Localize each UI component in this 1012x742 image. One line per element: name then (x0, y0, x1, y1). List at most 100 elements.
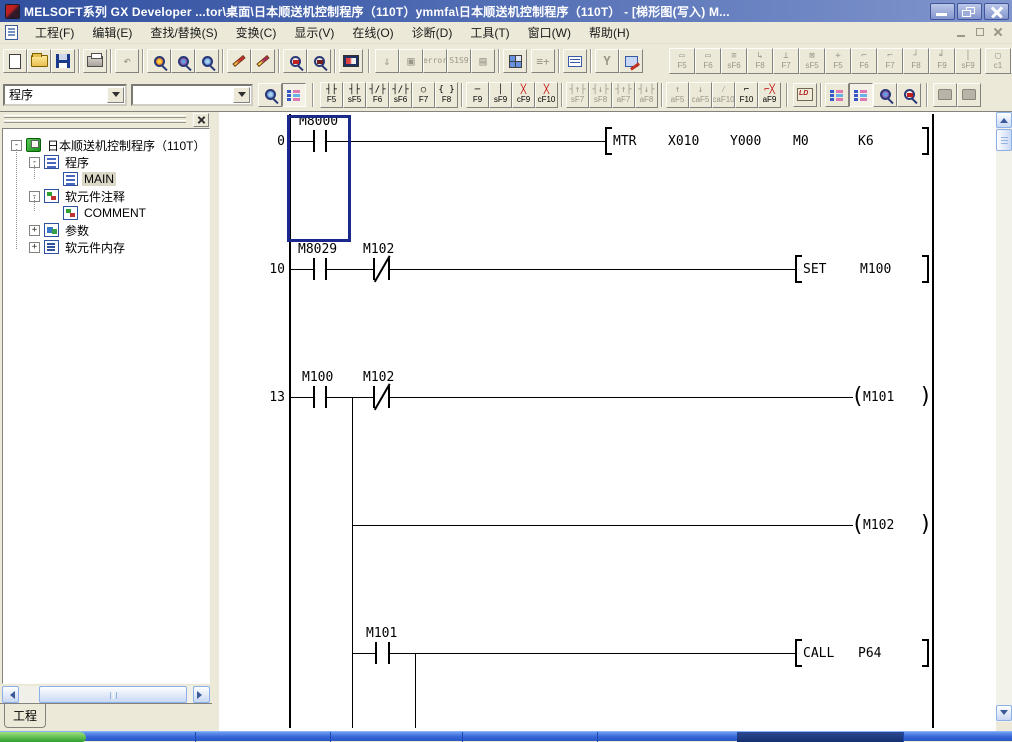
find-combo[interactable] (131, 84, 253, 106)
scroll-left-button[interactable] (2, 686, 19, 703)
remote-a-button[interactable] (933, 83, 957, 107)
open-project-button[interactable] (27, 49, 51, 73)
vline-delete-button[interactable]: ╳cF10 (535, 82, 558, 108)
fbtn-rail-F5[interactable]: ▭F5 (669, 48, 695, 74)
line-erase-button[interactable]: ⌐╳aF9 (758, 82, 781, 108)
rise-op-button[interactable]: ↑aF5 (666, 82, 689, 108)
device-test-button[interactable] (283, 49, 307, 73)
contact-open-parallel-button[interactable]: ┤├sF5 (343, 82, 366, 108)
pulse-fall-parallel-button[interactable]: ┤↓├aF8 (635, 82, 658, 108)
find-string-button[interactable] (195, 49, 219, 73)
fbtn-wire-F6[interactable]: ⌐F6 (851, 48, 877, 74)
project-tab[interactable]: 工程 (4, 704, 46, 728)
save-project-button[interactable] (51, 49, 75, 73)
menu-diagnostics[interactable]: 诊断(D) (403, 22, 462, 43)
mdi-restore-button[interactable] (972, 26, 988, 39)
restore-button[interactable] (957, 3, 982, 20)
comment-display-button[interactable] (563, 49, 587, 73)
fbtn-rail-sF5[interactable]: ⊠sF5 (799, 48, 825, 74)
remote-b-button[interactable] (957, 83, 981, 107)
menu-project[interactable]: 工程(F) (26, 22, 83, 43)
instruction-list-button[interactable] (793, 83, 817, 107)
tree-item-device-memory[interactable]: + 软元件内存 (3, 239, 209, 255)
mdi-close-button[interactable] (990, 26, 1006, 39)
step-run-button[interactable]: S1S9 (447, 49, 471, 73)
plc-verify-button[interactable]: ▣ (399, 49, 423, 73)
contact-closed-parallel-button[interactable]: ┤/├sF6 (389, 82, 412, 108)
scroll-thumb[interactable] (39, 686, 187, 703)
scroll-up-button[interactable] (996, 112, 1012, 128)
tree-horizontal-scrollbar[interactable] (2, 686, 210, 703)
menu-edit[interactable]: 编辑(E) (83, 22, 141, 43)
mdi-minimize-button[interactable] (954, 26, 970, 39)
fbtn-rail-sF6[interactable]: ≡sF6 (721, 48, 747, 74)
fbtn-rail-F7[interactable]: ⊥F7 (773, 48, 799, 74)
scroll-track[interactable] (19, 686, 193, 703)
program-combo[interactable]: 程序 (3, 84, 127, 106)
menu-convert[interactable]: 变换(C) (227, 22, 286, 43)
new-project-button[interactable] (3, 49, 27, 73)
panel-grip-handle[interactable] (4, 115, 186, 125)
fbtn-wire-sF9[interactable]: │sF9 (955, 48, 981, 74)
pulse-rise-button[interactable]: ┤↑├sF7 (566, 82, 589, 108)
entry-monitor-button[interactable] (619, 49, 643, 73)
insert-mode-button[interactable] (251, 49, 275, 73)
invert-op-button[interactable]: ⁄caF10 (712, 82, 735, 108)
tree-edit-button[interactable] (849, 83, 873, 107)
fbtn-c1[interactable]: ▢c1 (985, 48, 1011, 74)
ladder-editor[interactable]: 0 M8000 MTR X010 Y000 M0 K6 10 M8029 M10… (219, 112, 996, 731)
fbtn-wire-F8[interactable]: ┘F8 (903, 48, 929, 74)
mdi-child-icon[interactable] (5, 25, 18, 40)
fbtn-rail-F8[interactable]: ↳F8 (747, 48, 773, 74)
menu-find-replace[interactable]: 查找/替换(S) (141, 22, 226, 43)
write-mode-button[interactable] (227, 49, 251, 73)
contact-closed-button[interactable]: ┤/├F6 (366, 82, 389, 108)
alias-display-button[interactable]: Y (595, 49, 619, 73)
expand-icon[interactable]: + (29, 242, 40, 253)
sort-button[interactable]: ≡+ (531, 49, 555, 73)
coil-button[interactable]: ○F7 (412, 82, 435, 108)
pulse-rise-parallel-button[interactable]: ┤↑├aF7 (612, 82, 635, 108)
fbtn-rail-F6[interactable]: ▭F6 (695, 48, 721, 74)
print-button[interactable] (83, 49, 107, 73)
panel-close-button[interactable] (193, 113, 209, 127)
hline-delete-button[interactable]: ╳cF9 (512, 82, 535, 108)
menu-tools[interactable]: 工具(T) (461, 22, 518, 43)
program-combo-dropdown[interactable] (107, 87, 124, 103)
undo-button[interactable]: ↶ (115, 49, 139, 73)
fbtn-wire-F7[interactable]: ⌐F7 (877, 48, 903, 74)
error-check-button[interactable]: error (423, 49, 447, 73)
expand-icon[interactable]: + (29, 225, 40, 236)
zoom-edit-button[interactable] (897, 83, 921, 107)
menu-window[interactable]: 窗口(W) (519, 22, 580, 43)
hline-button[interactable]: ─F9 (466, 82, 489, 108)
find-contact-button[interactable] (171, 49, 195, 73)
menu-view[interactable]: 显示(V) (285, 22, 343, 43)
minimize-button[interactable] (930, 3, 955, 20)
scroll-right-button[interactable] (193, 686, 210, 703)
monitor-mode-button[interactable] (339, 49, 363, 73)
fall-op-button[interactable]: ↓caF5 (689, 82, 712, 108)
close-button[interactable] (984, 3, 1009, 20)
application-instruction-button[interactable]: { }F8 (435, 82, 458, 108)
project-tree-toggle-button[interactable] (282, 83, 306, 107)
vline-button[interactable]: │sF9 (489, 82, 512, 108)
plc-write-button[interactable]: ⇓ (375, 49, 399, 73)
device-find-button[interactable] (258, 83, 282, 107)
find-combo-dropdown[interactable] (233, 87, 250, 103)
macro-tree-button[interactable] (825, 83, 849, 107)
contact-open-button[interactable]: ┤├F5 (320, 82, 343, 108)
pulse-fall-button[interactable]: ┤↓├sF8 (589, 82, 612, 108)
program-common-button[interactable] (503, 49, 527, 73)
ladder-vertical-scrollbar[interactable] (996, 112, 1012, 722)
device-batch-monitor-button[interactable] (307, 49, 331, 73)
find-device-button[interactable] (147, 49, 171, 73)
menu-online[interactable]: 在线(O) (343, 22, 402, 43)
menu-help[interactable]: 帮助(H) (580, 22, 639, 43)
tree-item-parameter[interactable]: + 参数 (3, 222, 209, 238)
fbtn-wire-F5[interactable]: +F5 (825, 48, 851, 74)
tree-item-root[interactable]: - 日本顺送机控制程序（110T） (3, 137, 209, 153)
line-draw-button[interactable]: ⌐F10 (735, 82, 758, 108)
scroll-thumb[interactable] (996, 129, 1012, 151)
scroll-down-button[interactable] (996, 705, 1012, 721)
